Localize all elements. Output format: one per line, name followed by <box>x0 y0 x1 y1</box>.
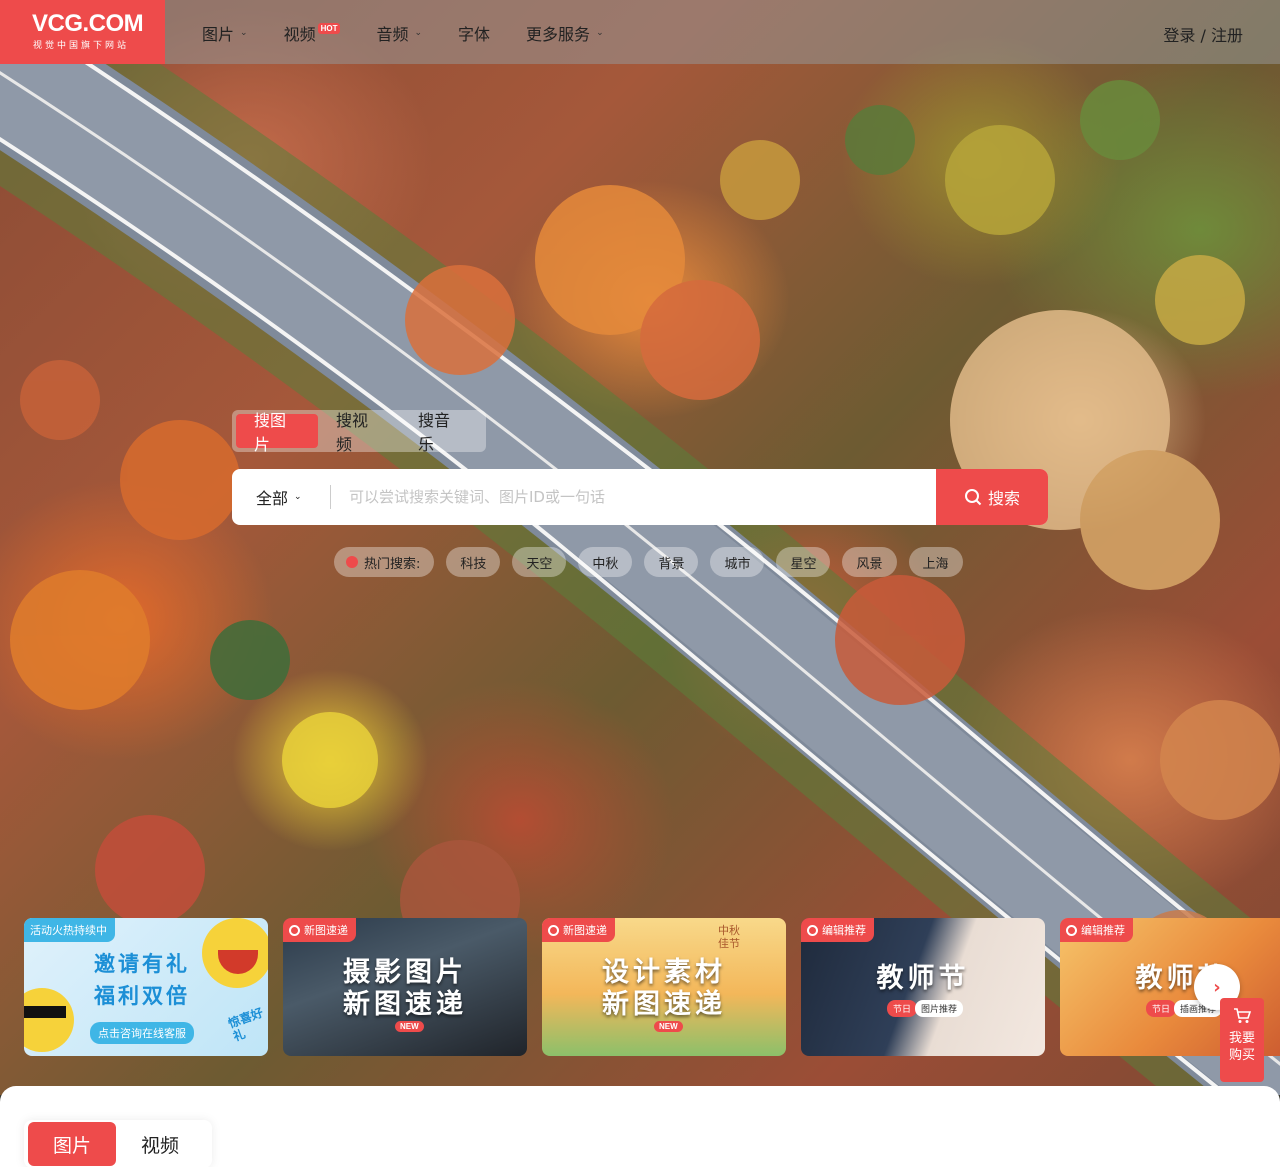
banner-chip: 节日 <box>1146 1000 1177 1017</box>
tab-videos[interactable]: 视频 <box>116 1122 204 1166</box>
chevron-right-icon: › <box>1213 976 1221 998</box>
banner-headline: 教师节 <box>1135 963 1229 994</box>
chevron-down-icon: ⌄ <box>596 28 604 38</box>
content-panel: 图片 视频 <box>0 1086 1280 1167</box>
banner-headline: 教师节 <box>876 963 970 994</box>
content-type-tabs: 图片 视频 <box>24 1120 212 1167</box>
hot-search-chip[interactable]: 天空 <box>512 547 567 577</box>
buy-label-line-2: 购买 <box>1228 1048 1255 1063</box>
search-icon <box>964 489 982 506</box>
flame-icon <box>346 556 358 568</box>
search-input[interactable] <box>331 469 871 525</box>
main-nav: 图片 ⌄ 视频 HOT 音频 ⌄ 字体 更多服务 ⌄ <box>202 22 640 44</box>
search-bar: 全部 ⌄ 搜索 <box>232 469 1048 525</box>
banner-tag-label: 新图速递 <box>304 924 348 937</box>
search-button-label: 搜索 <box>987 489 1020 508</box>
tag-icon <box>1066 924 1077 936</box>
banner-tag: 新图速递 <box>283 918 356 942</box>
nav-item-videos[interactable]: 视频 HOT <box>284 22 341 44</box>
tag-icon <box>548 924 559 936</box>
banner-tag-label: 编辑推荐 <box>1081 924 1125 937</box>
banner-tag: 新图速递 <box>542 918 615 942</box>
nav-item-more-services[interactable]: 更多服务 ⌄ <box>526 22 604 44</box>
banner-headline: 新图速递 <box>602 989 726 1020</box>
login-register-link[interactable]: 登录 / 注册 <box>1163 22 1243 46</box>
sunglasses-emoji-icon <box>24 988 74 1052</box>
search-scope-select[interactable]: 全部 ⌄ <box>232 469 330 525</box>
promo-banner-carousel: 活动火热持续中 邀请有礼 福利双倍 点击咨询在线客服 惊喜好礼 新图速递 摄影图… <box>24 918 1280 1056</box>
nav-item-label: 更多服务 <box>526 25 591 44</box>
banner-headline: 福利双倍 <box>94 984 190 1008</box>
banner-headline: 新图速递 <box>343 989 467 1020</box>
hot-search-chip[interactable]: 中秋 <box>578 547 633 577</box>
promo-banner-teachers-day-photo[interactable]: 编辑推荐 教师节 节日 图片推荐 <box>801 918 1045 1056</box>
nav-item-label: 图片 <box>202 25 235 44</box>
hot-search-chip[interactable]: 科技 <box>446 547 501 577</box>
chevron-down-icon: ⌄ <box>294 492 302 502</box>
hot-search-chip[interactable]: 星空 <box>776 547 831 577</box>
banner-tag: 活动火热持续中 <box>24 918 115 942</box>
banner-tag: 编辑推荐 <box>801 918 874 942</box>
chevron-down-icon: ⌄ <box>240 28 248 38</box>
hot-search-chip[interactable]: 背景 <box>644 547 699 577</box>
banner-corner-text: 中秋佳节 <box>718 924 740 950</box>
tab-search-images[interactable]: 搜图片 <box>236 411 318 454</box>
banner-tag: 编辑推荐 <box>1060 918 1133 942</box>
new-badge: NEW <box>395 1021 424 1032</box>
nav-item-label: 视频 <box>283 25 316 44</box>
banner-tag-label: 编辑推荐 <box>822 924 866 937</box>
hot-search-label-text: 热门搜索: <box>364 556 421 572</box>
buy-button[interactable]: 我要 购买 <box>1220 998 1264 1082</box>
promo-banner-photo[interactable]: 新图速递 摄影图片 新图速递 NEW <box>283 918 527 1056</box>
promo-banner-invite[interactable]: 活动火热持续中 邀请有礼 福利双倍 点击咨询在线客服 惊喜好礼 <box>24 918 268 1056</box>
top-navigation-bar: VCG.COM 视觉中国旗下网站 图片 ⌄ 视频 HOT 音频 ⌄ 字体 更多服… <box>0 0 1280 64</box>
nav-item-label: 音频 <box>376 25 409 44</box>
banner-tag-label: 新图速递 <box>563 924 607 937</box>
search-scope-label: 全部 <box>256 489 289 508</box>
hot-search-chip[interactable]: 上海 <box>908 547 963 577</box>
banner-cta: 点击咨询在线客服 <box>90 1022 194 1044</box>
cart-icon <box>1234 1008 1251 1023</box>
nav-item-label: 字体 <box>458 25 491 44</box>
logo-tagline: 视觉中国旗下网站 <box>33 41 130 51</box>
banner-headline: 邀请有礼 <box>94 952 190 976</box>
tab-search-music[interactable]: 搜音乐 <box>400 411 482 454</box>
hot-search-label: 热门搜索: <box>334 547 435 577</box>
nav-item-images[interactable]: 图片 ⌄ <box>202 22 248 44</box>
tab-search-videos[interactable]: 搜视频 <box>318 411 400 454</box>
banner-side-text: 惊喜好礼 <box>226 1005 266 1044</box>
search-type-tabs: 搜图片 搜视频 搜音乐 <box>232 410 486 454</box>
nav-item-fonts[interactable]: 字体 <box>458 22 490 44</box>
buy-label-line-1: 我要 <box>1228 1031 1255 1046</box>
emoji-face-icon <box>202 918 268 988</box>
tab-images[interactable]: 图片 <box>28 1122 116 1166</box>
hot-search-chip[interactable]: 风景 <box>842 547 897 577</box>
search-button[interactable]: 搜索 <box>936 469 1048 525</box>
hot-searches: 热门搜索: 科技 天空 中秋 背景 城市 星空 风景 上海 <box>334 547 975 577</box>
chevron-down-icon: ⌄ <box>414 28 423 38</box>
banner-chip: 图片推荐 <box>915 1000 964 1017</box>
banner-chip: 节日 <box>887 1000 918 1017</box>
nav-item-audio[interactable]: 音频 ⌄ <box>376 22 422 44</box>
hot-search-chip[interactable]: 城市 <box>710 547 765 577</box>
site-logo[interactable]: VCG.COM 视觉中国旗下网站 <box>0 0 165 64</box>
tag-icon <box>807 924 818 936</box>
new-badge: NEW <box>654 1021 683 1032</box>
hot-badge: HOT <box>317 22 341 34</box>
tag-icon <box>289 924 300 936</box>
promo-banner-design[interactable]: 新图速递 中秋佳节 设计素材 新图速递 NEW <box>542 918 786 1056</box>
logo-text: VCG.COM <box>32 10 144 37</box>
